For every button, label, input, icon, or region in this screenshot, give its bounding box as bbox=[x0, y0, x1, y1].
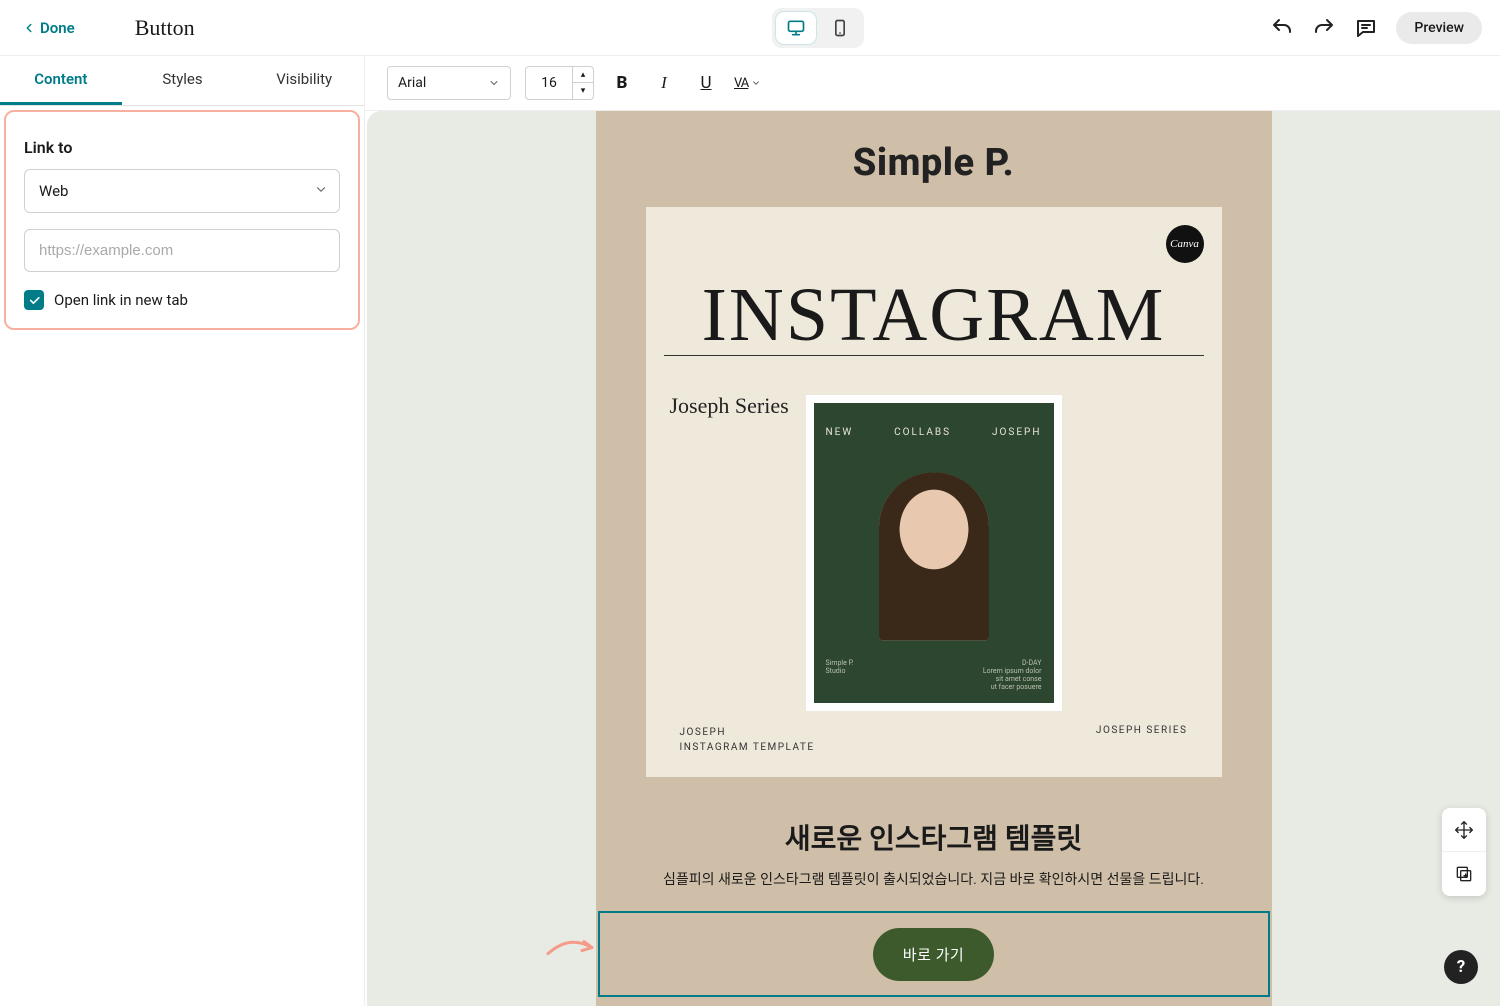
link-to-label: Link to bbox=[24, 138, 340, 157]
duplicate-icon bbox=[1454, 864, 1474, 884]
help-button[interactable]: ? bbox=[1444, 950, 1478, 984]
mobile-icon bbox=[830, 18, 850, 38]
card-footer-left-b: INSTAGRAM TEMPLATE bbox=[680, 740, 815, 755]
link-url-input[interactable] bbox=[24, 229, 340, 272]
template-thumbnail: NEW COLLABS JOSEPH Simple P. Studio bbox=[806, 395, 1062, 711]
italic-button[interactable]: I bbox=[650, 69, 678, 97]
tabs: Content Styles Visibility bbox=[0, 56, 365, 106]
annotation-arrow-icon bbox=[546, 934, 598, 968]
instagram-subtitle: Joseph Series bbox=[670, 393, 789, 419]
template-footer-left-a: Simple P. bbox=[826, 659, 854, 667]
chevron-down-icon bbox=[488, 77, 500, 89]
template-footer-right-d: ut facer posuere bbox=[983, 683, 1042, 691]
move-tool[interactable] bbox=[1442, 808, 1486, 852]
tab-styles[interactable]: Styles bbox=[122, 56, 244, 105]
chevron-left-icon bbox=[22, 21, 36, 35]
redo-icon bbox=[1312, 16, 1336, 40]
device-mobile-button[interactable] bbox=[820, 12, 860, 44]
instagram-title: INSTAGRAM bbox=[664, 207, 1204, 356]
letter-spacing-icon: VA bbox=[734, 76, 748, 91]
top-bar: Done Button Preview bbox=[0, 0, 1500, 56]
font-size-stepper[interactable]: 16 ▴ ▾ bbox=[525, 66, 594, 100]
undo-button[interactable] bbox=[1270, 16, 1294, 40]
template-footer-right-c: sit amet conse bbox=[983, 675, 1042, 683]
card-footer-right: JOSEPH SERIES bbox=[1096, 725, 1188, 755]
tab-content[interactable]: Content bbox=[0, 56, 122, 105]
template-footer-right-a: D-DAY bbox=[983, 659, 1042, 667]
font-family-value: Arial bbox=[398, 75, 426, 91]
open-new-tab-label: Open link in new tab bbox=[54, 291, 188, 309]
redo-button[interactable] bbox=[1312, 16, 1336, 40]
template-label-new: NEW bbox=[826, 427, 854, 438]
device-desktop-button[interactable] bbox=[776, 12, 816, 44]
device-toggle bbox=[772, 8, 864, 48]
portrait-image bbox=[879, 472, 989, 640]
desktop-icon bbox=[786, 18, 806, 38]
done-button[interactable]: Done bbox=[22, 19, 75, 37]
template-footer-left-b: Studio bbox=[826, 667, 854, 675]
instagram-card: Canva INSTAGRAM Joseph Series NEW COLLAB… bbox=[646, 207, 1222, 777]
comment-icon bbox=[1354, 16, 1378, 40]
open-new-tab-checkbox[interactable] bbox=[24, 290, 44, 310]
brand-title: Simple P. bbox=[596, 111, 1272, 207]
template-footer-right-b: Lorem ipsum dolor bbox=[983, 667, 1042, 675]
preview-button[interactable]: Preview bbox=[1396, 12, 1482, 44]
template-label-collabs: COLLABS bbox=[894, 427, 951, 438]
canva-badge: Canva bbox=[1166, 225, 1204, 263]
duplicate-tool[interactable] bbox=[1442, 852, 1486, 896]
chevron-down-icon bbox=[751, 78, 761, 88]
floating-tools bbox=[1442, 808, 1486, 896]
bold-button[interactable]: B bbox=[608, 69, 636, 97]
letter-spacing-button[interactable]: VA bbox=[734, 76, 761, 91]
undo-icon bbox=[1270, 16, 1294, 40]
email-canvas: Simple P. Canva INSTAGRAM Joseph Series … bbox=[596, 111, 1272, 1006]
link-type-select[interactable]: Web bbox=[24, 169, 340, 213]
promo-description: 심플피의 새로운 인스타그램 템플릿이 출시되었습니다. 지금 바로 확인하시면… bbox=[596, 869, 1272, 911]
font-size-down[interactable]: ▾ bbox=[573, 83, 593, 99]
card-footer-left-a: JOSEPH bbox=[680, 725, 815, 740]
tab-visibility[interactable]: Visibility bbox=[243, 56, 365, 105]
move-icon bbox=[1454, 820, 1474, 840]
editor-area: Arial 16 ▴ ▾ B I U VA Simple P. bbox=[365, 56, 1500, 1006]
underline-button[interactable]: U bbox=[692, 69, 720, 97]
font-family-select[interactable]: Arial bbox=[387, 66, 511, 100]
done-label: Done bbox=[40, 19, 75, 37]
canvas[interactable]: Simple P. Canva INSTAGRAM Joseph Series … bbox=[367, 111, 1500, 1006]
font-size-up[interactable]: ▴ bbox=[573, 67, 593, 83]
panel-title: Button bbox=[135, 15, 195, 41]
link-to-panel: Link to Web Open link in new tab bbox=[4, 110, 360, 330]
sidebar: Content Styles Visibility Link to Web Op… bbox=[0, 56, 365, 1006]
template-label-joseph: JOSEPH bbox=[992, 427, 1041, 438]
promo-title: 새로운 인스타그램 템플릿 bbox=[596, 777, 1272, 869]
check-icon bbox=[28, 294, 41, 307]
selected-button-block[interactable]: 바로 가기 bbox=[598, 911, 1270, 997]
format-bar: Arial 16 ▴ ▾ B I U VA bbox=[365, 56, 1500, 111]
comments-button[interactable] bbox=[1354, 16, 1378, 40]
cta-button[interactable]: 바로 가기 bbox=[873, 928, 994, 981]
font-size-value: 16 bbox=[526, 67, 572, 99]
